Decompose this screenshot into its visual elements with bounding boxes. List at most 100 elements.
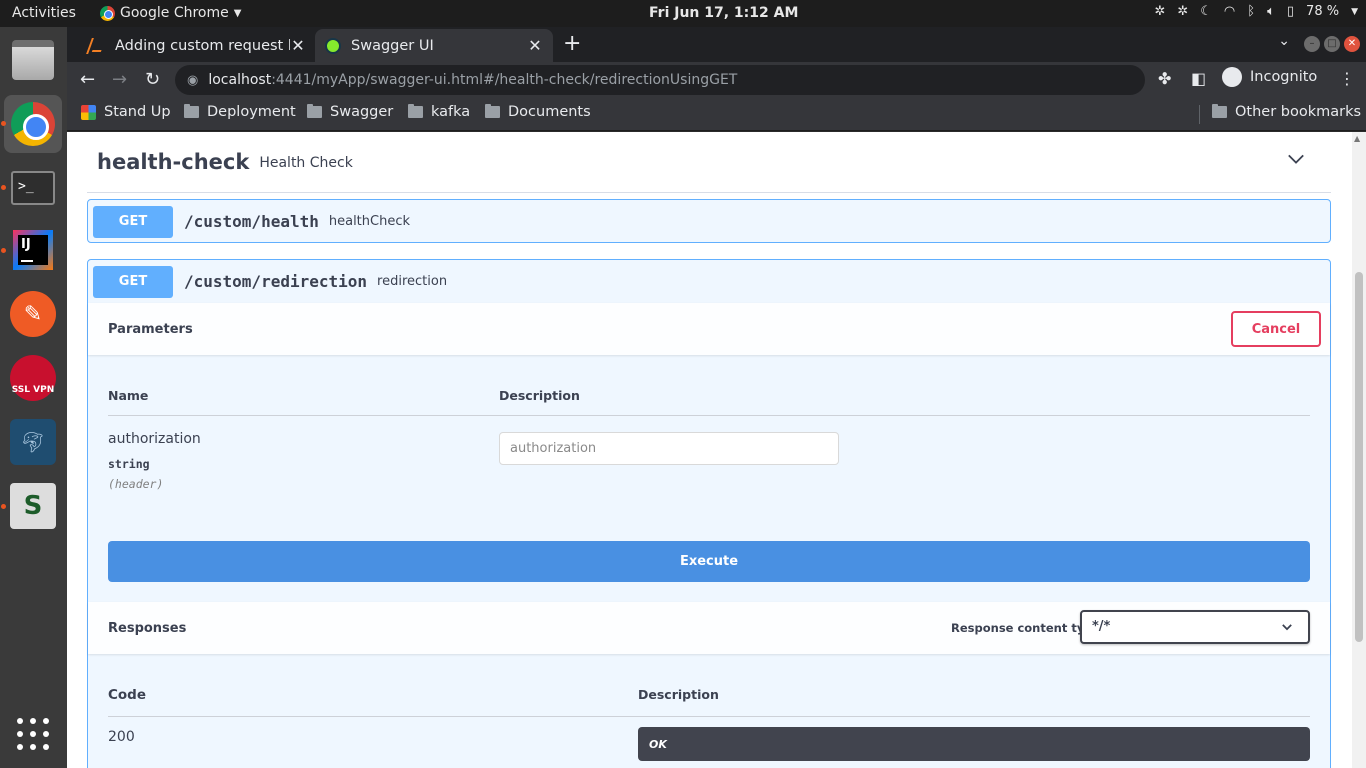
operation-healthcheck: GET /custom/health healthCheck — [87, 199, 1331, 243]
running-indicator — [1, 248, 6, 253]
forward-arrow-icon[interactable]: → — [112, 69, 127, 90]
chrome-icon — [100, 5, 115, 21]
page-scrollbar[interactable]: ▲ — [1352, 132, 1366, 768]
chevron-down-icon — [1282, 624, 1292, 631]
tag-name: health-check — [97, 150, 250, 174]
operation-summary-text: healthCheck — [328, 214, 411, 229]
operation-path: /custom/redirection — [184, 272, 368, 291]
response-description: OK — [638, 727, 1310, 761]
mysql-workbench-launcher[interactable]: 🐬︎ — [4, 413, 62, 471]
response-content-type-label: Response content type — [951, 621, 1101, 635]
browser-toolbar: ← → ↻ ◉ localhost:4441/myApp/swagger-ui.… — [67, 62, 1366, 98]
url-path: :4441/myApp/swagger-ui.html#/health-chec… — [271, 72, 738, 88]
bookmark-stand-up[interactable]: Stand Up — [81, 104, 171, 120]
tab-stackoverflow[interactable]: Adding custom request he ✕ — [79, 29, 316, 62]
side-panel-icon[interactable]: ◧ — [1191, 69, 1206, 88]
sqldeveloper-icon: S — [10, 483, 56, 529]
terminal-icon: >_ — [11, 171, 55, 205]
reload-icon[interactable]: ↻ — [145, 69, 160, 90]
system-top-bar: Activities Google Chrome ▼ Fri Jun 17, 1… — [0, 0, 1366, 27]
terminal-launcher[interactable]: >_ — [4, 159, 62, 217]
chevron-down-icon[interactable] — [1287, 150, 1305, 168]
show-applications-button[interactable] — [4, 705, 62, 763]
bookmark-folder-kafka[interactable]: kafka — [408, 104, 470, 120]
bookmark-folder-deployment[interactable]: Deployment — [184, 104, 296, 120]
dock: >_ IJ ✎ SSL VPN 🐬︎ S — [0, 27, 67, 768]
files-icon — [12, 40, 54, 80]
vpn-applet-icon[interactable]: ✲ — [1177, 4, 1188, 19]
tab-title: Swagger UI — [351, 37, 434, 54]
operation-summary[interactable]: GET /custom/redirection redirection — [88, 260, 1330, 303]
scroll-up-arrow-icon[interactable]: ▲ — [1354, 134, 1360, 143]
http-method-badge: GET — [93, 205, 173, 238]
close-window-icon[interactable]: ✕ — [1344, 36, 1360, 52]
folder-icon — [485, 104, 500, 118]
app-menu[interactable]: Google Chrome ▼ — [100, 5, 241, 21]
close-tab-icon[interactable]: ✕ — [290, 36, 306, 55]
folder-icon — [184, 104, 199, 118]
dropdown-arrow-icon: ▼ — [233, 7, 242, 19]
chrome-launcher[interactable] — [4, 95, 62, 153]
activities-button[interactable]: Activities — [12, 5, 76, 21]
site-info-icon[interactable]: ◉ — [187, 73, 198, 88]
responses-title: Responses — [108, 620, 187, 636]
sqldeveloper-launcher[interactable]: S — [4, 477, 62, 535]
ssl-vpn-icon: SSL VPN — [10, 355, 56, 401]
clock[interactable]: Fri Jun 17, 1:12 AM — [649, 5, 798, 21]
minimize-window-icon[interactable]: – — [1304, 36, 1320, 52]
param-location: (header) — [108, 477, 164, 491]
param-col-description: Description — [499, 388, 580, 403]
folder-icon — [408, 104, 423, 118]
postman-icon: ✎ — [10, 291, 56, 337]
intellij-launcher[interactable]: IJ — [4, 221, 62, 279]
bookmark-folder-swagger[interactable]: Swagger — [307, 104, 393, 120]
operation-summary[interactable]: GET /custom/health healthCheck — [88, 200, 1330, 243]
tag-section-header[interactable]: health-check Health Check — [87, 132, 1331, 193]
tag-description: Health Check — [259, 155, 353, 171]
http-method-badge: GET — [93, 265, 173, 298]
new-tab-icon[interactable]: + — [563, 31, 581, 56]
other-bookmarks[interactable]: Other bookmarks — [1212, 104, 1361, 120]
close-tab-icon[interactable]: ✕ — [527, 36, 543, 55]
bookmark-label: Stand Up — [104, 104, 171, 120]
battery-percent: 78 % — [1306, 4, 1340, 19]
execute-button[interactable]: Execute — [108, 541, 1310, 582]
ssl-vpn-launcher[interactable]: SSL VPN — [4, 349, 62, 407]
param-name: authorization — [108, 431, 201, 447]
bookmarks-divider — [1199, 105, 1200, 124]
incognito-profile-button[interactable]: Incognito — [1222, 67, 1317, 87]
address-bar[interactable]: ◉ localhost:4441/myApp/swagger-ui.html#/… — [175, 65, 1145, 95]
running-indicator — [1, 185, 6, 190]
response-content-type-select[interactable]: */* — [1080, 610, 1310, 644]
response-table-divider — [108, 716, 1310, 717]
folder-icon — [307, 104, 322, 118]
stackoverflow-favicon-icon — [86, 37, 108, 54]
mysql-workbench-icon: 🐬︎ — [10, 419, 56, 465]
swagger-favicon-icon — [325, 37, 341, 54]
network-applet-icon[interactable]: ✲ — [1154, 4, 1165, 19]
chrome-icon — [11, 102, 55, 146]
tab-swagger-ui[interactable]: Swagger UI ✕ — [315, 29, 553, 62]
files-launcher[interactable] — [4, 31, 62, 89]
scrollbar-thumb[interactable] — [1355, 272, 1363, 642]
operation-path: /custom/health — [184, 212, 319, 231]
bookmark-folder-documents[interactable]: Documents — [485, 104, 591, 120]
chrome-menu-kebab-icon[interactable]: ⋮ — [1339, 69, 1355, 88]
incognito-icon — [1222, 67, 1242, 87]
maximize-window-icon[interactable]: □ — [1324, 36, 1340, 52]
postman-launcher[interactable]: ✎ — [4, 285, 62, 343]
cancel-button[interactable]: Cancel — [1231, 311, 1321, 347]
content-type-value: */* — [1092, 619, 1111, 634]
system-tray[interactable]: ✲ ✲ ☾ ◠ ᛒ 🔈︎ ▯ 78 % ▼ — [1154, 4, 1358, 19]
parameters-title: Parameters — [108, 321, 193, 337]
tab-search-chevron-icon[interactable]: ⌄ — [1278, 33, 1290, 49]
authorization-input[interactable] — [499, 432, 839, 465]
intellij-icon: IJ — [13, 230, 53, 270]
response-col-code: Code — [108, 687, 147, 703]
extensions-puzzle-icon[interactable]: ✤ — [1158, 69, 1171, 88]
power-menu-icon[interactable]: ▼ — [1351, 7, 1358, 17]
volume-icon: 🔈︎ — [1267, 4, 1275, 19]
battery-icon: ▯ — [1286, 4, 1295, 19]
night-light-icon: ☾ — [1200, 4, 1212, 19]
back-arrow-icon[interactable]: ← — [80, 69, 95, 90]
